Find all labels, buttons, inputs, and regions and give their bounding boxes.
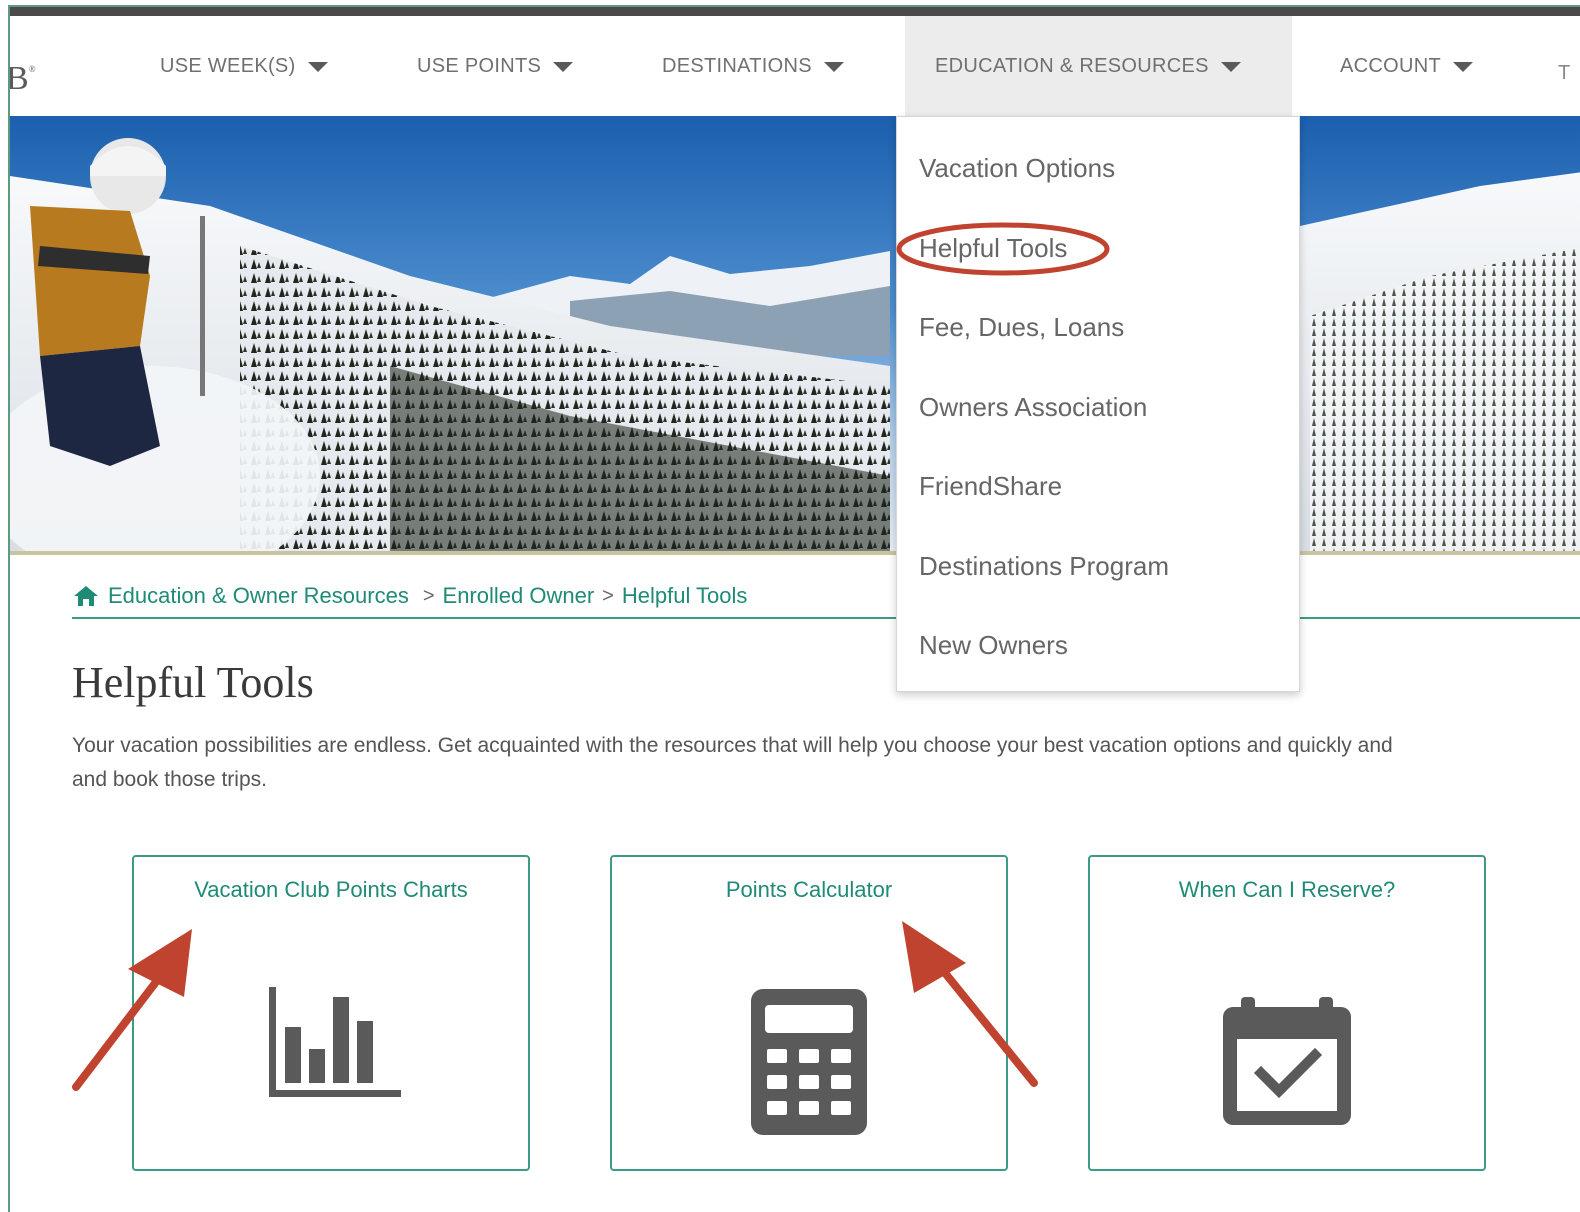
hero-banner-image [10, 116, 1580, 551]
nav-item-cut-off[interactable]: T [1558, 62, 1570, 85]
calendar-check-icon [1090, 997, 1484, 1125]
menu-item-owners-association[interactable]: Owners Association [919, 392, 1147, 423]
caret-down-icon [1453, 62, 1473, 72]
nav-account[interactable]: ACCOUNT [1340, 16, 1473, 116]
menu-item-vacation-options[interactable]: Vacation Options [919, 153, 1115, 184]
nav-destinations[interactable]: DESTINATIONS [662, 16, 844, 116]
menu-item-new-owners[interactable]: New Owners [919, 630, 1068, 661]
browser-viewport: B® USE WEEK(S) USE POINTS DESTINATIONS E… [8, 5, 1580, 1212]
intro-text: Your vacation possibilities are endless.… [72, 729, 1580, 797]
card-points-calculator-title[interactable]: Points Calculator [612, 877, 1006, 903]
menu-item-fees-dues-loans[interactable]: Fee, Dues, Loans [919, 312, 1124, 343]
caret-down-icon [1220, 62, 1241, 72]
caret-down-icon [307, 62, 328, 72]
page-title: Helpful Tools [72, 658, 314, 707]
caret-down-icon [553, 62, 574, 72]
top-strip [10, 7, 1580, 16]
breadcrumb-separator: > [422, 584, 435, 607]
logo[interactable]: B® [10, 60, 36, 98]
menu-item-friendshare[interactable]: FriendShare [919, 471, 1062, 502]
nav-education-resources[interactable]: EDUCATION & RESOURCES [905, 16, 1292, 116]
main-navigation: B® USE WEEK(S) USE POINTS DESTINATIONS E… [10, 16, 1580, 116]
education-resources-dropdown: Vacation Options Helpful Tools Fee, Dues… [896, 116, 1300, 692]
intro-line-2: and book those trips. [72, 768, 267, 791]
home-icon[interactable] [72, 584, 100, 608]
nav-use-points-label: USE POINTS [417, 54, 542, 77]
calculator-icon [612, 989, 1006, 1135]
caret-down-icon [823, 62, 844, 72]
nav-use-weeks-label: USE WEEK(S) [160, 54, 296, 77]
mountain-ski-scene [10, 116, 1580, 551]
nav-account-label: ACCOUNT [1340, 54, 1441, 77]
breadcrumb-helpful-tools[interactable]: Helpful Tools [622, 583, 748, 609]
breadcrumb-separator: > [602, 584, 614, 607]
breadcrumb: Education & Owner Resources > Enrolled O… [72, 575, 1580, 619]
card-points-charts[interactable]: Vacation Club Points Charts [132, 855, 530, 1171]
intro-line-1: Your vacation possibilities are endless.… [72, 734, 1393, 757]
card-points-calculator[interactable]: Points Calculator [610, 855, 1008, 1171]
menu-item-helpful-tools[interactable]: Helpful Tools [919, 233, 1067, 264]
card-when-can-i-reserve-title[interactable]: When Can I Reserve? [1090, 877, 1484, 903]
menu-item-destinations-program[interactable]: Destinations Program [919, 551, 1169, 582]
breadcrumb-enrolled-owner[interactable]: Enrolled Owner [443, 583, 595, 609]
card-points-charts-title[interactable]: Vacation Club Points Charts [134, 877, 528, 903]
nav-use-points[interactable]: USE POINTS [417, 16, 574, 116]
bar-chart-icon [134, 987, 528, 1097]
nav-destinations-label: DESTINATIONS [662, 54, 812, 77]
nav-use-weeks[interactable]: USE WEEK(S) [160, 16, 328, 116]
hero-divider [10, 551, 1580, 555]
card-when-can-i-reserve[interactable]: When Can I Reserve? [1088, 855, 1486, 1171]
nav-education-resources-label: EDUCATION & RESOURCES [935, 54, 1209, 77]
breadcrumb-education-owner-resources[interactable]: Education & Owner Resources [108, 583, 409, 609]
